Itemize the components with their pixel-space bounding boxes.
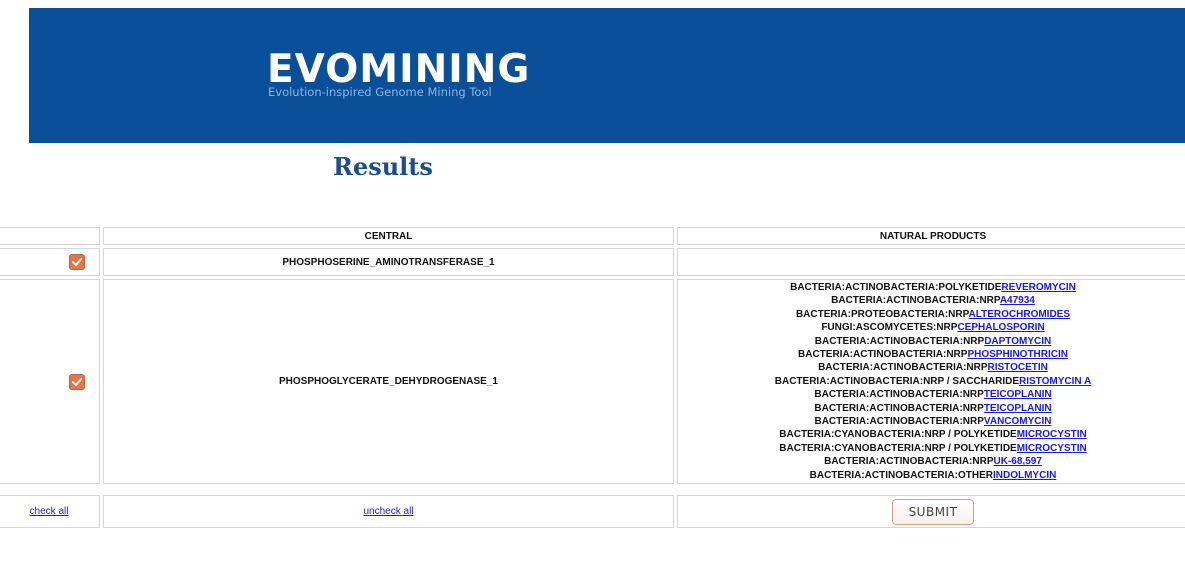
natural-product-classification: BACTERIA:PROTEOBACTERIA:NRP: [795, 308, 969, 320]
row-1-checkbox[interactable]: [69, 254, 85, 270]
natural-product-link[interactable]: RISTOMYCIN A: [1019, 376, 1091, 387]
header-natural-products-column: NATURAL PRODUCTS: [677, 227, 1185, 245]
natural-product-classification: BACTERIA:CYANOBACTERIA:NRP / POLYKETIDE: [779, 429, 1017, 441]
header-banner: EVOMINING Evolution-inspired Genome Mini…: [29, 8, 1185, 143]
natural-product-link[interactable]: MICROCYSTIN: [1017, 429, 1087, 440]
natural-product-classification: FUNGI:ASCOMYCETES:NRP: [821, 322, 958, 334]
natural-product-classification: BACTERIA:CYANOBACTERIA:NRP / POLYKETIDE: [779, 442, 1017, 454]
uncheck-all-link[interactable]: uncheck all: [363, 506, 413, 517]
natural-product-item: BACTERIA:ACTINOBACTERIA:NRPPHOSPHINOTHRI…: [798, 348, 1068, 361]
natural-product-classification: BACTERIA:ACTINOBACTERIA:NRP: [831, 295, 1000, 307]
natural-product-link[interactable]: REVEROMYCIN: [1001, 282, 1075, 293]
natural-product-item: BACTERIA:ACTINOBACTERIA:POLYKETIDEREVERO…: [790, 281, 1076, 294]
table-row-2-central: PHOSPHOGLYCERATE_DEHYDROGENASE_1: [103, 279, 674, 484]
natural-product-item: BACTERIA:ACTINOBACTERIA:NRPA47934: [831, 294, 1035, 307]
natural-product-classification: BACTERIA:ACTINOBACTERIA:OTHER: [809, 469, 993, 481]
natural-product-classification: BACTERIA:ACTINOBACTERIA:NRP: [814, 335, 985, 347]
natural-product-item: BACTERIA:ACTINOBACTERIA:NRP / SACCHARIDE…: [775, 375, 1092, 388]
checkmark-icon: [72, 258, 82, 266]
natural-product-item: BACTERIA:CYANOBACTERIA:NRP / POLYKETIDEM…: [779, 428, 1086, 441]
natural-product-link[interactable]: CEPHALOSPORIN: [957, 322, 1044, 333]
natural-product-item: BACTERIA:ACTINOBACTERIA:OTHERINDOLMYCIN: [810, 469, 1057, 482]
submit-button[interactable]: SUBMIT: [892, 498, 974, 525]
natural-product-link[interactable]: MICROCYSTIN: [1017, 443, 1087, 454]
natural-product-item: BACTERIA:PROTEOBACTERIA:NRPALTEROCHROMID…: [796, 308, 1070, 321]
natural-product-item: BACTERIA:ACTINOBACTERIA:NRPRISTOCETIN: [818, 361, 1048, 374]
natural-product-link[interactable]: ALTEROCHROMIDES: [969, 309, 1070, 320]
natural-product-classification: BACTERIA:ACTINOBACTERIA:NRP: [814, 416, 984, 428]
app-logo-subtitle: Evolution-inspired Genome Mining Tool: [268, 85, 492, 99]
header-select-column: [0, 227, 100, 245]
natural-product-classification: BACTERIA:ACTINOBACTERIA:POLYKETIDE: [790, 281, 1002, 293]
natural-product-item: BACTERIA:CYANOBACTERIA:NRP / POLYKETIDEM…: [779, 442, 1086, 455]
natural-product-link[interactable]: VANCOMYCIN: [984, 416, 1052, 427]
page-title: Results: [333, 152, 433, 181]
natural-product-link[interactable]: DAPTOMYCIN: [984, 336, 1051, 347]
natural-product-item: BACTERIA:ACTINOBACTERIA:NRPDAPTOMYCIN: [815, 335, 1051, 348]
natural-product-item: BACTERIA:ACTINOBACTERIA:NRPTEICOPLANIN: [814, 402, 1051, 415]
table-row-1-natural-products: [677, 248, 1185, 276]
natural-product-link[interactable]: TEICOPLANIN: [984, 389, 1052, 400]
natural-product-link[interactable]: RISTOCETIN: [988, 362, 1048, 373]
check-all-link[interactable]: check all: [30, 506, 69, 517]
checkmark-icon: [72, 377, 82, 386]
natural-product-classification: BACTERIA:ACTINOBACTERIA:NRP: [824, 456, 994, 468]
check-all-cell: check all: [0, 495, 100, 528]
natural-product-link[interactable]: UK-68,597: [994, 456, 1042, 467]
natural-product-link[interactable]: A47934: [1000, 295, 1035, 306]
table-row-1-central: PHOSPHOSERINE_AMINOTRANSFERASE_1: [103, 248, 674, 276]
natural-product-classification: BACTERIA:ACTINOBACTERIA:NRP / SACCHARIDE: [774, 375, 1020, 387]
table-row-1-select-cell: [0, 248, 100, 276]
table-row-2-natural-products: BACTERIA:ACTINOBACTERIA:POLYKETIDEREVERO…: [677, 279, 1185, 484]
header-central-column: CENTRAL: [103, 227, 674, 245]
natural-product-item: BACTERIA:ACTINOBACTERIA:NRPUK-68,597: [824, 455, 1042, 468]
natural-product-classification: BACTERIA:ACTINOBACTERIA:NRP: [818, 362, 988, 374]
natural-product-link[interactable]: PHOSPHINOTHRICIN: [967, 349, 1068, 360]
natural-product-classification: BACTERIA:ACTINOBACTERIA:NRP: [798, 348, 968, 360]
natural-product-link[interactable]: INDOLMYCIN: [993, 470, 1056, 481]
natural-product-item: BACTERIA:ACTINOBACTERIA:NRPVANCOMYCIN: [814, 415, 1051, 428]
row-2-checkbox[interactable]: [69, 373, 85, 390]
table-row-2-select-cell: [0, 279, 100, 484]
natural-product-item: BACTERIA:ACTINOBACTERIA:NRPTEICOPLANIN: [814, 388, 1051, 401]
uncheck-all-cell: uncheck all: [103, 495, 674, 528]
submit-cell: SUBMIT: [677, 495, 1185, 528]
natural-product-classification: BACTERIA:ACTINOBACTERIA:NRP: [814, 389, 984, 401]
natural-product-classification: BACTERIA:ACTINOBACTERIA:NRP: [814, 402, 984, 414]
natural-product-item: FUNGI:ASCOMYCETES:NRPCEPHALOSPORIN: [821, 321, 1044, 334]
natural-product-link[interactable]: TEICOPLANIN: [984, 403, 1052, 414]
